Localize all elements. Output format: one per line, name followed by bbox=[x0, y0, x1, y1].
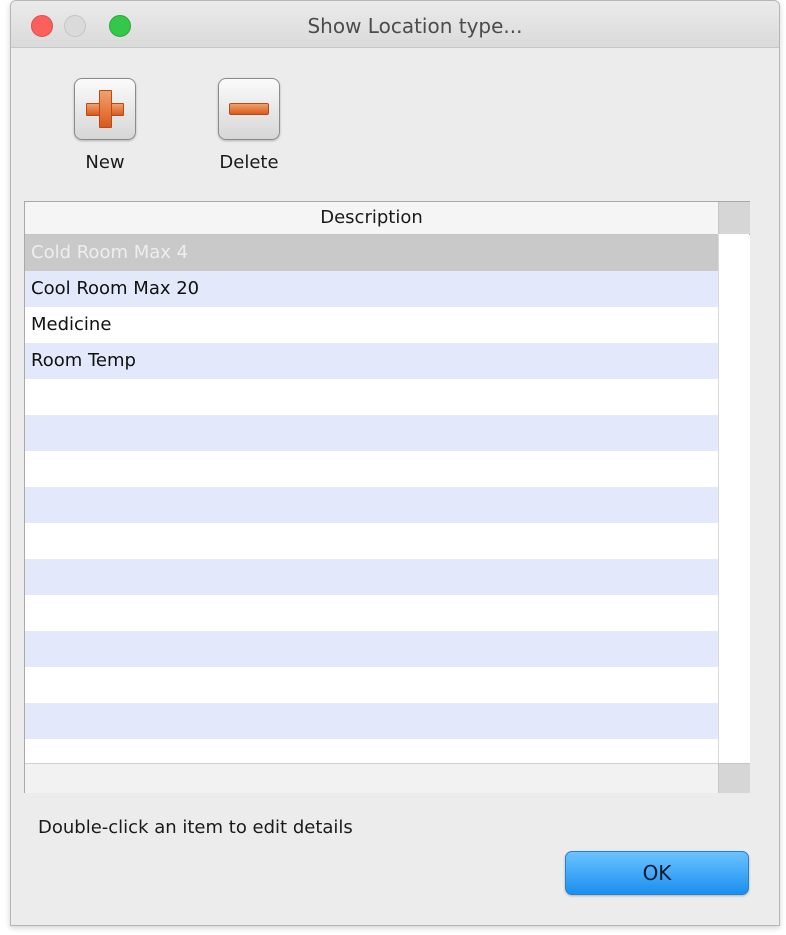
empty-table-row bbox=[25, 595, 718, 631]
empty-table-row bbox=[25, 703, 718, 739]
description-cell: Medicine bbox=[31, 314, 112, 335]
empty-table-row bbox=[25, 451, 718, 487]
vertical-scrollbar[interactable] bbox=[718, 235, 750, 763]
delete-button[interactable]: Delete bbox=[217, 78, 281, 173]
show-location-type-window: Show Location type... New Delete Descrip… bbox=[10, 0, 780, 926]
new-button[interactable]: New bbox=[73, 78, 137, 173]
table-row[interactable]: Cool Room Max 20 bbox=[25, 271, 718, 307]
title-bar[interactable]: Show Location type... bbox=[11, 1, 779, 48]
empty-table-row bbox=[25, 379, 718, 415]
description-cell: Cool Room Max 20 bbox=[31, 278, 200, 299]
empty-table-row bbox=[25, 559, 718, 595]
description-cell: Room Temp bbox=[31, 350, 136, 371]
table-row[interactable]: Room Temp bbox=[25, 343, 718, 379]
description-cell: Cold Room Max 4 bbox=[31, 242, 189, 263]
scroll-corner bbox=[718, 763, 750, 793]
empty-table-row bbox=[25, 739, 718, 763]
location-type-table[interactable]: Description Cold Room Max 4 Cool Room Max… bbox=[24, 201, 750, 793]
delete-button-label: Delete bbox=[219, 152, 279, 173]
empty-table-row bbox=[25, 523, 718, 559]
ok-button[interactable]: OK bbox=[565, 851, 749, 895]
window-title: Show Location type... bbox=[307, 14, 523, 38]
empty-table-row bbox=[25, 415, 718, 451]
empty-table-row bbox=[25, 667, 718, 703]
new-button-label: New bbox=[85, 152, 125, 173]
header-scroll-corner bbox=[718, 202, 750, 234]
horizontal-scrollbar[interactable] bbox=[25, 763, 718, 793]
table-row[interactable]: Medicine bbox=[25, 307, 718, 343]
delete-button-box[interactable] bbox=[218, 78, 280, 140]
table-row[interactable]: Cold Room Max 4 bbox=[25, 235, 718, 271]
empty-table-row bbox=[25, 487, 718, 523]
description-column-header[interactable]: Description bbox=[25, 202, 718, 235]
hint-text: Double-click an item to edit details bbox=[38, 817, 353, 838]
new-button-box[interactable] bbox=[74, 78, 136, 140]
table-rows: Cold Room Max 4 Cool Room Max 20 Medicine R… bbox=[25, 235, 718, 763]
empty-table-row bbox=[25, 631, 718, 667]
